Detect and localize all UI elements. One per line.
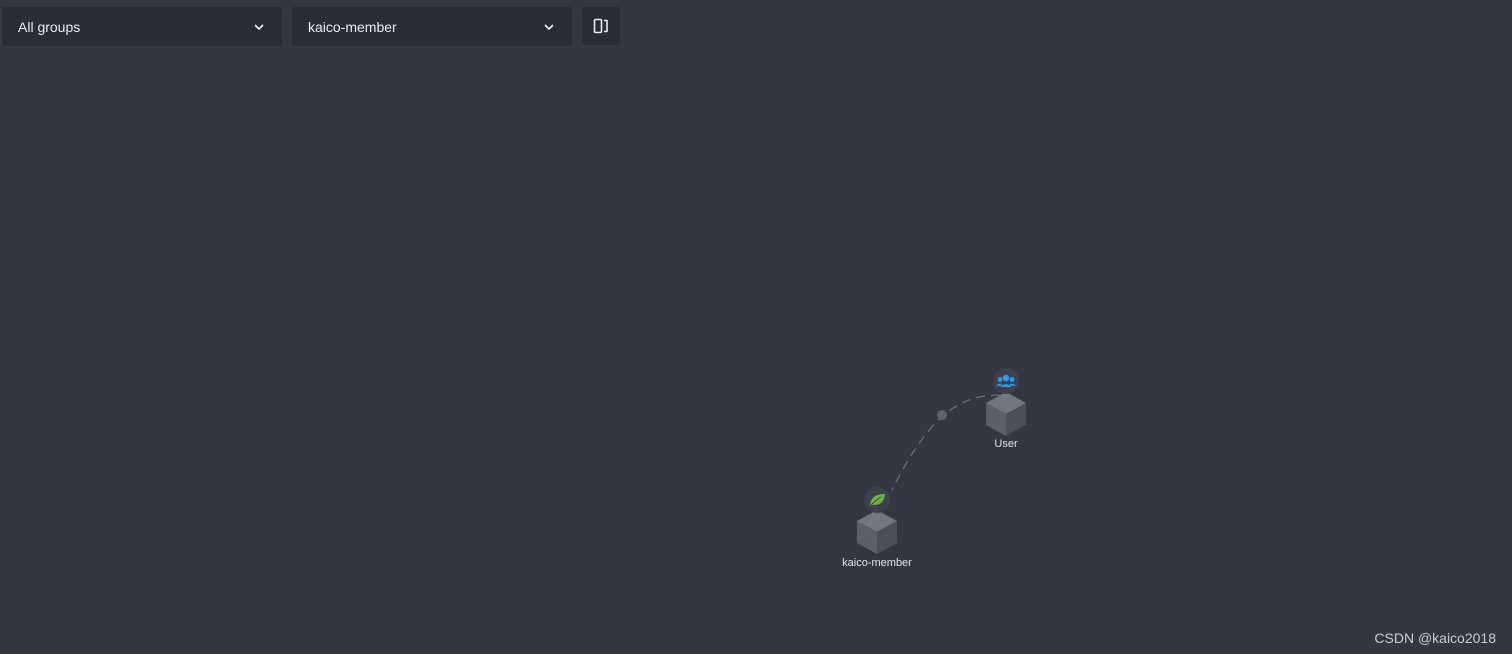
- layout-toggle-icon: [593, 18, 608, 34]
- watermark: CSDN @kaico2018: [1374, 630, 1496, 646]
- topology-graph: [857, 368, 1026, 554]
- users-icon: [993, 368, 1019, 394]
- node-label-kaico-member: kaico-member: [842, 557, 912, 569]
- graph-edge[interactable]: [891, 394, 1001, 491]
- cube-icon: [857, 510, 897, 554]
- topology-canvas[interactable]: User kaico-member: [0, 54, 1512, 654]
- edge-midpoint-marker[interactable]: [937, 410, 947, 420]
- chevron-down-icon: [254, 24, 264, 30]
- node-user[interactable]: [986, 368, 1026, 436]
- service-select-value: kaico-member: [308, 18, 397, 35]
- toolbar: All groups kaico-member: [0, 0, 1512, 54]
- layout-toggle-button[interactable]: [582, 7, 620, 45]
- node-label-user: User: [994, 438, 1018, 450]
- group-select[interactable]: All groups: [2, 7, 282, 46]
- chevron-down-icon: [544, 24, 554, 30]
- group-select-value: All groups: [18, 18, 81, 35]
- service-select[interactable]: kaico-member: [292, 7, 572, 46]
- node-kaico-member[interactable]: [857, 487, 897, 554]
- spring-leaf-icon: [864, 487, 890, 513]
- cube-icon: [986, 392, 1026, 436]
